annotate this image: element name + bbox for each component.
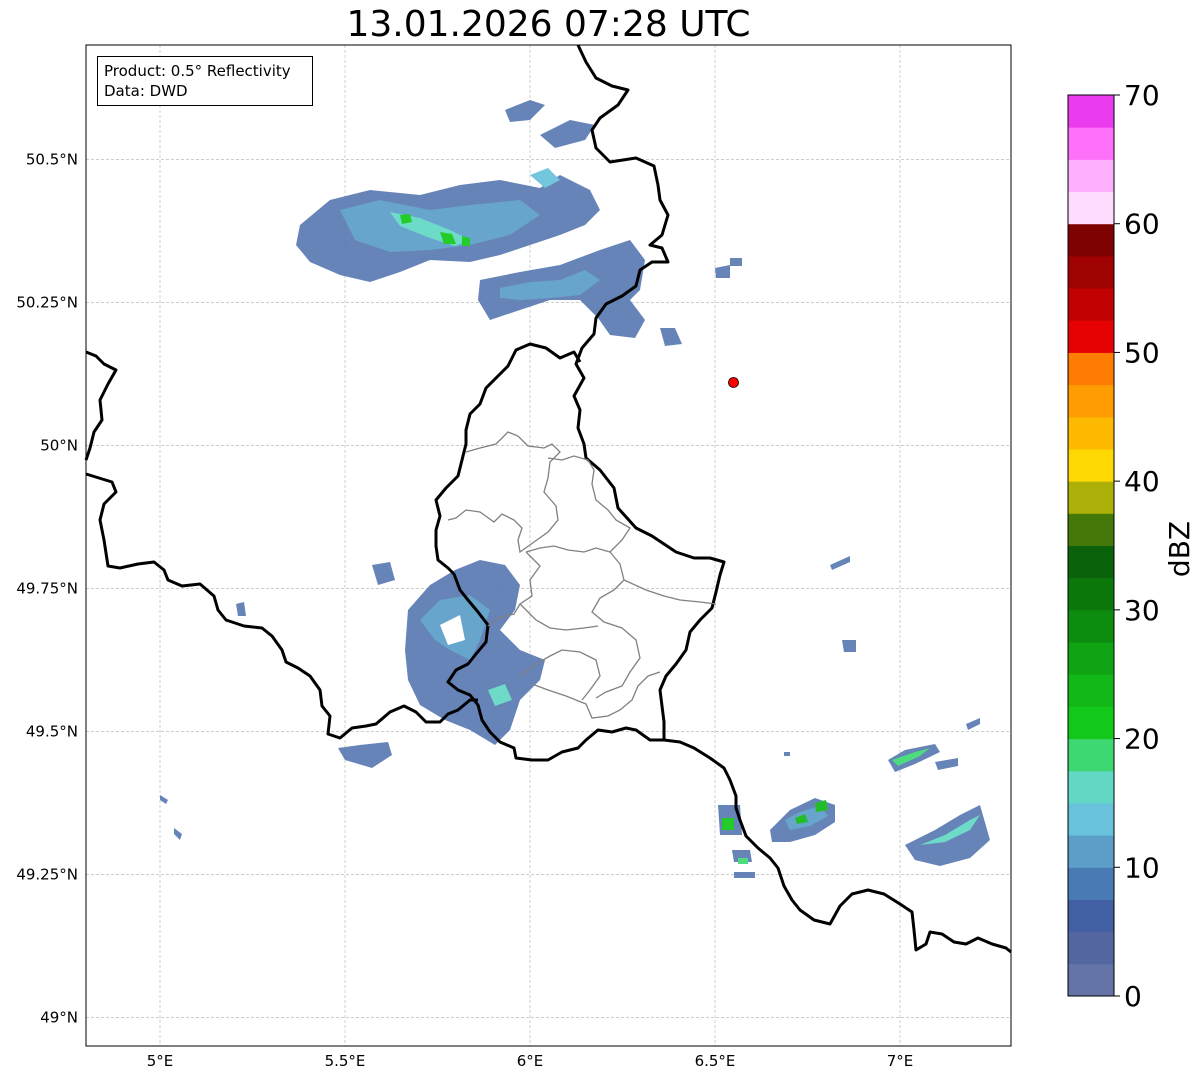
colorbar-segment (1068, 802, 1114, 836)
lat-tick-label: 49.5°N (26, 722, 78, 740)
colorbar-segment (1068, 577, 1114, 611)
lon-tick-label: 7°E (887, 1052, 914, 1070)
colorbar-segment (1068, 127, 1114, 160)
colorbar-segment (1068, 448, 1114, 482)
colorbar-segment (1068, 867, 1114, 900)
colorbar-segments (1068, 95, 1114, 997)
lat-tick-label: 50.5°N (26, 150, 78, 168)
lat-tick-label: 49.75°N (16, 579, 78, 597)
product-label: Product: 0.5° Reflectivity (104, 62, 291, 80)
lat-tick-label: 49.25°N (16, 865, 78, 883)
lon-tick-label: 5.5°E (325, 1052, 366, 1070)
colorbar-segment (1068, 288, 1114, 321)
colorbar-segment (1068, 416, 1114, 450)
colorbar-segment (1068, 159, 1114, 193)
lon-tick-label: 6.5°E (695, 1052, 736, 1070)
colorbar-tick-label: 20 (1124, 723, 1160, 756)
colorbar-tick-label: 50 (1124, 336, 1160, 369)
lon-tick-label: 5°E (147, 1052, 174, 1070)
colorbar-segment (1068, 899, 1114, 933)
lat-tick-label: 49°N (40, 1008, 78, 1026)
colorbar-ticks: 0 10 20 30 40 50 60 70 (1114, 79, 1160, 1013)
colorbar-segment (1068, 352, 1114, 386)
colorbar-segment (1068, 545, 1114, 579)
colorbar-tick-label: 30 (1124, 594, 1160, 627)
data-source-label: Data: DWD (104, 82, 188, 100)
colorbar-segment (1068, 320, 1114, 353)
colorbar-segment (1068, 513, 1114, 546)
colorbar-tick-label: 10 (1124, 851, 1160, 884)
colorbar-segment (1068, 963, 1114, 997)
lat-tick-label: 50°N (40, 436, 78, 454)
colorbar-segment (1068, 191, 1114, 225)
colorbar-label: dBZ (1163, 521, 1196, 577)
radar-station-marker (728, 377, 739, 388)
colorbar-tick-label: 60 (1124, 208, 1160, 241)
colorbar-segment (1068, 384, 1114, 418)
colorbar-segment (1068, 223, 1114, 257)
colorbar: 0 10 20 30 40 50 60 70 dBZ (1067, 79, 1196, 1013)
colorbar-segment (1068, 95, 1114, 128)
colorbar-segment (1068, 642, 1114, 675)
map-plot-area: 5°E 5.5°E 6°E 6.5°E 7°E 49°N 49.25°N 49.5°N 49.7… (16, 44, 1012, 1070)
lat-tick-label: 50.25°N (16, 293, 78, 311)
lon-tick-label: 6°E (517, 1052, 544, 1070)
info-box: Product: 0.5° Reflectivity Data: DWD (97, 56, 313, 106)
radar-map-figure: 5°E 5.5°E 6°E 6.5°E 7°E 49°N 49.25°N 49.5°N 49.7… (16, 44, 1196, 1070)
colorbar-segment (1068, 609, 1114, 643)
colorbar-tick-label: 40 (1124, 465, 1160, 498)
colorbar-tick-label: 0 (1124, 980, 1142, 1013)
colorbar-segment (1068, 706, 1114, 740)
colorbar-segment (1068, 770, 1114, 804)
colorbar-segment (1068, 835, 1114, 868)
colorbar-segment (1068, 931, 1114, 965)
colorbar-segment (1068, 674, 1114, 707)
colorbar-segment (1068, 738, 1114, 772)
colorbar-tick-label: 70 (1124, 79, 1160, 112)
colorbar-segment (1068, 481, 1114, 514)
colorbar-segment (1068, 255, 1114, 289)
